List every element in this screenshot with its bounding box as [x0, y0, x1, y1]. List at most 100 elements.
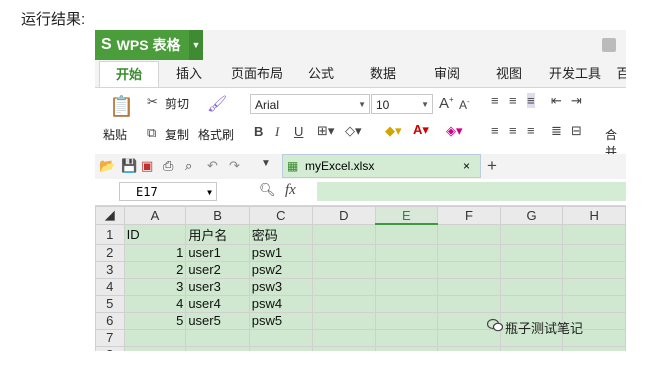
cell[interactable] [437, 243, 501, 262]
align-bottom-icon[interactable]: ≡ [527, 93, 535, 108]
row-header[interactable]: 2 [95, 243, 125, 262]
cell[interactable]: 3 [123, 277, 187, 296]
font-grow-icon[interactable]: A+ [439, 95, 454, 112]
skin-icon[interactable] [602, 38, 616, 52]
cell[interactable] [374, 277, 439, 296]
align-center-icon[interactable]: ≡ [509, 123, 517, 138]
column-header[interactable]: H [562, 206, 626, 225]
clear-format-icon[interactable]: ◈▾ [446, 123, 463, 139]
file-tab[interactable]: ▦ myExcel.xlsx × [282, 154, 481, 178]
fill-icon[interactable]: ◇▾ [345, 123, 362, 139]
row-header[interactable]: 4 [95, 277, 125, 296]
cell[interactable]: 用户名 [185, 223, 250, 245]
cell[interactable] [562, 345, 626, 351]
cell[interactable]: user2 [185, 260, 250, 279]
align-right-icon[interactable]: ≡ [527, 123, 535, 138]
underline-button[interactable]: U [294, 124, 303, 139]
row-header[interactable]: 8 [95, 345, 125, 351]
column-header[interactable]: F [437, 206, 501, 225]
cell[interactable] [437, 345, 501, 351]
tab-formula[interactable]: 公式 [301, 61, 341, 87]
cell[interactable]: psw4 [248, 294, 313, 313]
cell[interactable] [311, 328, 376, 347]
cell[interactable] [499, 294, 564, 313]
pdf-icon[interactable]: ▣ [141, 158, 153, 174]
preview-icon[interactable]: ⌕ [185, 158, 192, 174]
cell[interactable] [499, 243, 564, 262]
cell[interactable] [499, 223, 564, 245]
align-middle-icon[interactable]: ≡ [509, 93, 517, 108]
name-box[interactable]: E17 ▼ [119, 182, 217, 201]
indent-increase-icon[interactable]: ⇥ [571, 93, 582, 109]
column-header[interactable]: D [311, 206, 376, 225]
cell[interactable] [123, 328, 187, 347]
cell[interactable] [437, 223, 501, 245]
copy-button[interactable]: 复制 [165, 126, 189, 143]
font-color-icon[interactable]: A▾ [413, 122, 429, 138]
cell[interactable] [311, 294, 376, 313]
highlight-icon[interactable]: ◆▾ [385, 123, 402, 139]
cell[interactable] [499, 260, 564, 279]
row-header[interactable]: 5 [95, 294, 125, 313]
add-tab-icon[interactable]: + [487, 156, 497, 176]
cell[interactable]: psw2 [248, 260, 313, 279]
column-header[interactable]: C [248, 206, 313, 225]
column-header[interactable]: G [499, 206, 564, 225]
formula-input[interactable] [317, 182, 626, 201]
print-icon[interactable]: ⎙ [163, 158, 173, 174]
chevron-down-icon[interactable]: ▼ [261, 158, 271, 169]
paste-button[interactable]: 粘贴 [103, 126, 127, 143]
cell[interactable]: user5 [185, 311, 250, 330]
align-left-icon[interactable]: ≡ [491, 123, 499, 138]
cell[interactable]: 2 [123, 260, 187, 279]
cell[interactable]: user1 [185, 243, 250, 262]
open-icon[interactable]: 📂 [99, 158, 115, 174]
close-icon[interactable]: × [463, 155, 470, 177]
indent-decrease-icon[interactable]: ⇤ [551, 93, 562, 109]
cell[interactable]: 5 [123, 311, 187, 330]
cell[interactable] [437, 277, 501, 296]
select-all-corner[interactable]: ◢ [95, 206, 125, 225]
cell[interactable] [562, 223, 626, 245]
cell[interactable] [374, 223, 439, 245]
justify-icon[interactable]: ≣ [551, 123, 562, 139]
cell[interactable] [374, 294, 439, 313]
save-icon[interactable]: 💾 [121, 158, 137, 174]
undo-icon[interactable]: ↶ [207, 158, 218, 174]
distribute-icon[interactable]: ⊟ [571, 123, 582, 139]
format-painter-button[interactable]: 格式刷 [198, 126, 234, 143]
cell[interactable] [562, 243, 626, 262]
cell[interactable] [248, 345, 313, 351]
chevron-down-icon[interactable]: ▼ [189, 30, 203, 60]
font-shrink-icon[interactable]: A- [459, 97, 470, 112]
cell[interactable]: 4 [123, 294, 187, 313]
cell[interactable] [311, 311, 376, 330]
brush-icon[interactable]: 🖌 [207, 94, 227, 114]
cell[interactable] [311, 345, 376, 351]
row-header[interactable]: 6 [95, 311, 125, 330]
cell[interactable] [311, 260, 376, 279]
cell[interactable] [248, 328, 313, 347]
cell[interactable] [374, 328, 439, 347]
cell[interactable]: psw1 [248, 243, 313, 262]
cell[interactable] [123, 345, 187, 351]
cell[interactable] [499, 345, 564, 351]
cell[interactable] [437, 260, 501, 279]
scissors-icon[interactable]: ✂ [147, 94, 158, 110]
column-header-selected[interactable]: E [374, 206, 439, 225]
cell[interactable] [562, 260, 626, 279]
cell[interactable]: 1 [123, 243, 187, 262]
cell[interactable] [437, 294, 501, 313]
app-logo-button[interactable]: S WPS 表格 ▼ [95, 30, 203, 60]
cell[interactable] [311, 243, 376, 262]
cell[interactable] [374, 345, 439, 351]
align-top-icon[interactable]: ≡ [491, 93, 499, 108]
tab-developer[interactable]: 开发工具 [545, 61, 605, 87]
cell[interactable]: 密码 [248, 223, 313, 245]
bold-button[interactable]: B [254, 124, 263, 139]
font-size-select[interactable]: 10 ▼ [371, 94, 433, 114]
tab-page-layout[interactable]: 页面布局 [225, 61, 289, 87]
cell[interactable]: ID [123, 223, 187, 245]
cell[interactable] [562, 277, 626, 296]
redo-icon[interactable]: ↷ [229, 158, 240, 174]
